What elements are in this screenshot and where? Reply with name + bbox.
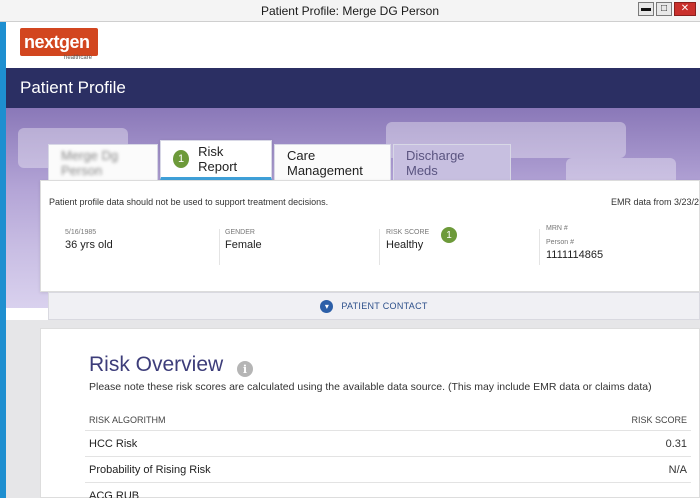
info-icon[interactable]: i: [237, 361, 253, 377]
risk-count-badge: 1: [173, 150, 190, 168]
age-value: 36 yrs old: [65, 239, 113, 251]
tab-label: Discharge Meds: [406, 147, 465, 178]
risk-score-cell: N/A: [668, 463, 687, 476]
table-row[interactable]: HCC Risk 0.31: [85, 431, 691, 457]
patient-contact-toggle[interactable]: ▾ PATIENT CONTACT: [48, 292, 700, 320]
table-row[interactable]: ACG RUB: [85, 483, 691, 498]
dob-field: 5/16/1985 36 yrs old: [65, 229, 113, 251]
app-window: Patient Profile: Merge DG Person ▬ □ ✕ n…: [0, 0, 700, 498]
page-header: Patient Profile: [6, 68, 700, 108]
app-content: nextgen healthcare Patient Profile Merge…: [6, 22, 700, 498]
gender-field: GENDER Female: [225, 229, 262, 251]
dob-label: 5/16/1985: [65, 229, 97, 236]
disclaimer-text: Patient profile data should not be used …: [49, 197, 329, 207]
patient-summary-card: Patient profile data should not be used …: [40, 180, 700, 292]
profile-tabs: Merge Dg Person 1 Risk Report Care Manag…: [48, 140, 511, 180]
gender-label: GENDER: [225, 229, 255, 236]
risk-score-cell: 0.31: [665, 437, 687, 450]
column-header-algorithm: RISK ALGORITHM: [89, 414, 166, 425]
tab-discharge-meds[interactable]: Discharge Meds: [393, 144, 511, 180]
logo-subtext: healthcare: [64, 55, 93, 61]
minimize-button[interactable]: ▬: [638, 2, 654, 16]
maximize-button[interactable]: □: [656, 2, 672, 16]
emr-date: EMR data from 3/23/2: [610, 197, 699, 207]
risk-algorithm-name: HCC Risk: [89, 437, 138, 450]
divider: [379, 229, 380, 265]
divider: [539, 229, 540, 265]
risk-overview-note: Please note these risk scores are calcul…: [89, 381, 652, 393]
person-label: Person #: [546, 239, 575, 246]
logo-bar: nextgen healthcare: [6, 22, 700, 68]
mrn-label: MRN #: [546, 225, 568, 232]
window-controls: ▬ □ ✕: [638, 2, 696, 16]
logo-text: nextgen: [24, 32, 90, 52]
nextgen-logo: nextgen healthcare: [20, 28, 98, 62]
chevron-down-icon: ▾: [320, 299, 334, 313]
divider: [219, 229, 220, 265]
risk-table: RISK ALGORITHM RISK SCORE HCC Risk 0.31 …: [85, 409, 691, 498]
risk-overview-panel: Risk Overview i Please note these risk s…: [40, 328, 700, 498]
risk-score-label: RISK SCORE: [386, 229, 430, 236]
window-title: Patient Profile: Merge DG Person: [260, 4, 440, 18]
person-value: 1111114865: [546, 249, 604, 261]
table-row[interactable]: Probability of Rising Risk N/A: [85, 457, 691, 483]
risk-overview-title: Risk Overview: [89, 353, 224, 376]
table-header: RISK ALGORITHM RISK SCORE: [85, 409, 691, 431]
close-button[interactable]: ✕: [674, 2, 696, 16]
tab-patient-name[interactable]: Merge Dg Person: [48, 144, 158, 180]
tab-label: Care Management: [287, 147, 363, 178]
tab-care-management[interactable]: Care Management: [274, 144, 391, 180]
tab-label: Risk Report: [198, 144, 238, 174]
tab-risk-report[interactable]: 1 Risk Report: [160, 140, 272, 180]
risk-score-value: Healthy: [386, 239, 424, 251]
column-header-score: RISK SCORE: [631, 414, 687, 425]
gender-value: Female: [225, 239, 262, 251]
tab-label: Merge Dg Person: [61, 147, 119, 178]
risk-algorithm-name: ACG RUB: [89, 489, 140, 498]
mrn-field: MRN # Person # 1111114865: [546, 225, 603, 261]
risk-score-field: RISK SCORE Healthy: [386, 229, 429, 251]
page-title: Patient Profile: [20, 78, 126, 97]
risk-score-badge: 1: [441, 227, 457, 243]
risk-algorithm-name: Probability of Rising Risk: [89, 463, 211, 476]
patient-contact-label: PATIENT CONTACT: [341, 301, 428, 311]
title-bar: Patient Profile: Merge DG Person ▬ □ ✕: [0, 0, 700, 22]
